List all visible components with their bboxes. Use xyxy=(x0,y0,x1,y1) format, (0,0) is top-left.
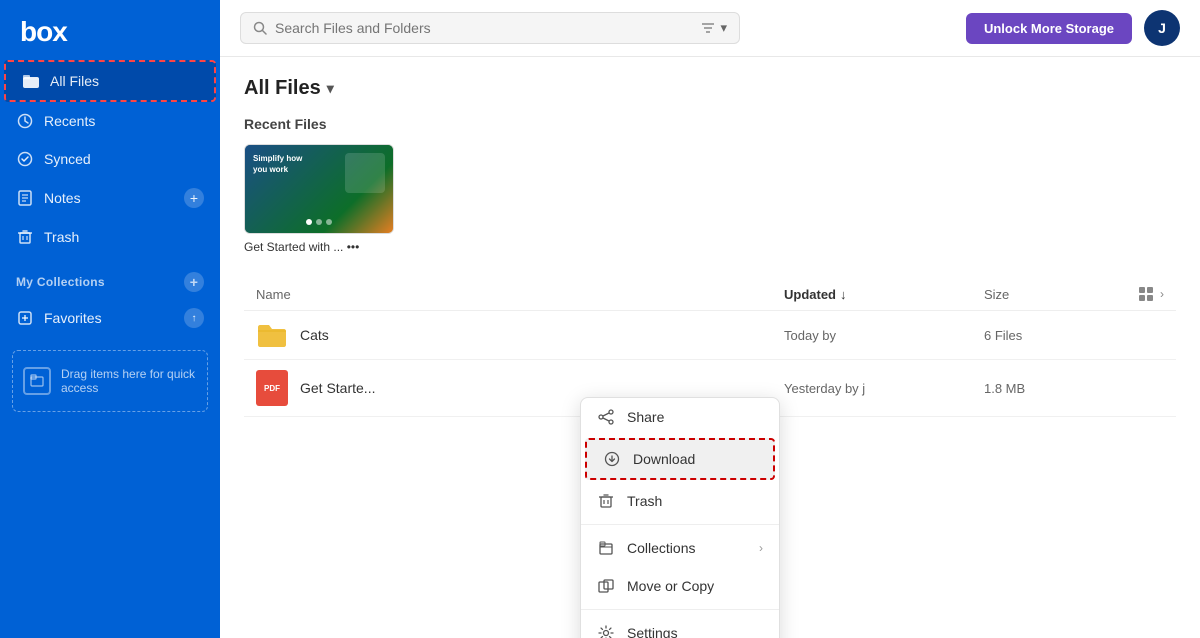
trash-icon xyxy=(16,228,34,246)
drag-label: Drag items here for quick access xyxy=(61,367,197,395)
filter-button[interactable]: ▾ xyxy=(700,20,727,36)
my-collections-label: My Collections xyxy=(16,275,105,289)
col-name-header: Name xyxy=(256,287,784,302)
unlock-storage-button[interactable]: Unlock More Storage xyxy=(966,13,1132,44)
trash-label: Trash xyxy=(44,229,204,245)
download-label: Download xyxy=(633,451,757,467)
collections-icon xyxy=(597,539,615,557)
settings-icon xyxy=(597,624,615,638)
pdf-updated: Yesterday by j xyxy=(784,381,984,396)
ctx-divider-1 xyxy=(581,524,779,525)
sync-icon xyxy=(16,150,34,168)
cats-filename: Cats xyxy=(300,327,784,343)
folder-icon xyxy=(22,72,40,90)
notes-add-button[interactable]: + xyxy=(184,188,204,208)
expand-icon[interactable]: › xyxy=(1160,287,1164,301)
drag-drop-area: Drag items here for quick access xyxy=(12,350,208,412)
col-updated-header[interactable]: Updated ↓ xyxy=(784,287,984,302)
favorites-upload-button[interactable]: ↑ xyxy=(184,308,204,328)
pdf-filename: Get Starte... xyxy=(300,380,784,396)
thumb-text: Simplify howyou work xyxy=(253,153,302,175)
recent-files-title: Recent Files xyxy=(244,116,1176,132)
drag-icon xyxy=(23,367,51,395)
collections-arrow: › xyxy=(759,541,763,555)
sidebar-item-trash[interactable]: Trash xyxy=(0,218,220,256)
ctx-divider-2 xyxy=(581,609,779,610)
recent-files-list: Simplify howyou work Get Started with ..… xyxy=(244,144,1176,254)
favorites-icon xyxy=(16,309,34,327)
dot-3 xyxy=(326,219,332,225)
main-area: ▾ Unlock More Storage J All Files ▾ Rece… xyxy=(220,0,1200,638)
ctx-trash-icon xyxy=(597,492,615,510)
cats-updated: Today by xyxy=(784,328,984,343)
collections-add-button[interactable]: + xyxy=(184,272,204,292)
collections-ctx-label: Collections xyxy=(627,540,747,556)
search-bar[interactable]: ▾ xyxy=(240,12,740,44)
notes-label: Notes xyxy=(44,190,174,206)
context-menu: Share Download xyxy=(580,397,780,638)
thumb-image: Simplify howyou work xyxy=(244,144,394,234)
col-size-header: Size xyxy=(984,287,1104,302)
pdf-icon: PDF xyxy=(256,370,288,406)
grid-icon[interactable] xyxy=(1138,286,1154,302)
ctx-item-move-copy[interactable]: Move or Copy xyxy=(581,567,779,605)
synced-label: Synced xyxy=(44,151,204,167)
page-title[interactable]: All Files ▾ xyxy=(244,77,1176,100)
all-files-label: All Files xyxy=(50,73,198,89)
settings-label: Settings xyxy=(627,625,763,638)
thumb-graphic xyxy=(345,153,385,193)
thumb-name: Get Started with ... ••• xyxy=(244,240,394,254)
ctx-item-download[interactable]: Download xyxy=(585,438,775,480)
recent-file-thumb[interactable]: Simplify howyou work Get Started with ..… xyxy=(244,144,394,254)
move-copy-label: Move or Copy xyxy=(627,578,763,594)
page-title-chevron: ▾ xyxy=(327,80,334,97)
notes-icon xyxy=(16,189,34,207)
search-input[interactable] xyxy=(275,20,692,36)
logo-area: box xyxy=(0,0,220,60)
share-icon xyxy=(597,408,615,426)
user-avatar[interactable]: J xyxy=(1144,10,1180,46)
box-logo[interactable]: box xyxy=(20,16,67,48)
dot-2 xyxy=(316,219,322,225)
page-title-text: All Files xyxy=(244,77,321,100)
sidebar-item-notes[interactable]: Notes + xyxy=(0,178,220,218)
sidebar-item-recents[interactable]: Recents xyxy=(0,102,220,140)
sidebar-item-favorites[interactable]: Favorites ↑ xyxy=(0,298,220,338)
dot-1 xyxy=(306,219,312,225)
header: ▾ Unlock More Storage J xyxy=(220,0,1200,57)
thumb-dots xyxy=(306,219,332,225)
pdf-size: 1.8 MB xyxy=(984,381,1104,396)
recents-label: Recents xyxy=(44,113,204,129)
trash-ctx-label: Trash xyxy=(627,493,763,509)
clock-icon xyxy=(16,112,34,130)
download-icon xyxy=(603,450,621,468)
thumb-name-text: Get Started with ... ••• xyxy=(244,240,359,254)
ctx-item-collections[interactable]: Collections › xyxy=(581,529,779,567)
sidebar: box All Files Recents S xyxy=(0,0,220,638)
favorites-label: Favorites xyxy=(44,310,174,326)
sidebar-item-all-files[interactable]: All Files xyxy=(4,60,216,102)
files-list-header: Name Updated ↓ Size › xyxy=(244,278,1176,311)
my-collections-section: My Collections + xyxy=(0,256,220,298)
sidebar-item-synced[interactable]: Synced xyxy=(0,140,220,178)
ctx-item-trash[interactable]: Trash xyxy=(581,482,779,520)
move-copy-icon xyxy=(597,577,615,595)
content-area: All Files ▾ Recent Files Simplify howyou… xyxy=(220,57,1200,638)
cats-size: 6 Files xyxy=(984,328,1104,343)
ctx-item-share[interactable]: Share xyxy=(581,398,779,436)
file-row-cats[interactable]: Cats Today by 6 Files xyxy=(244,311,1176,360)
search-icon xyxy=(253,21,267,35)
ctx-item-settings[interactable]: Settings xyxy=(581,614,779,638)
filter-icon xyxy=(700,20,716,36)
share-label: Share xyxy=(627,409,763,425)
sort-icon: ↓ xyxy=(840,287,847,302)
folder-icon-cats xyxy=(256,321,288,349)
header-right: Unlock More Storage J xyxy=(966,10,1180,46)
col-actions-header: › xyxy=(1104,286,1164,302)
